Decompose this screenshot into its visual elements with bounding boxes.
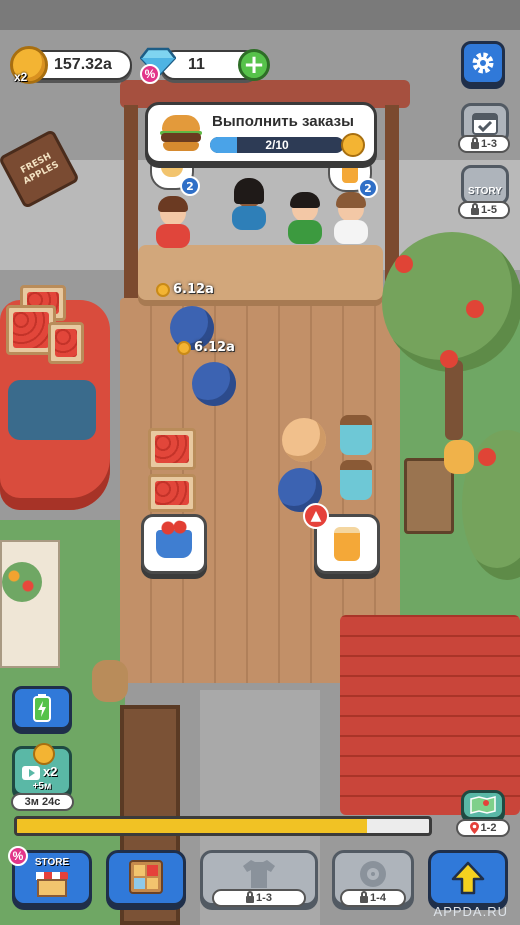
battery-icon xyxy=(33,694,51,722)
flower-stand xyxy=(0,540,60,668)
juice-machine[interactable] xyxy=(340,460,372,500)
ad-duration: +5м xyxy=(32,781,52,792)
store-sale-badge: % xyxy=(8,846,28,866)
ad-multiplier: x2 xyxy=(43,764,58,779)
story-button[interactable]: STORY xyxy=(461,165,509,205)
watch-ad-boost-button[interactable]: x2 +5м xyxy=(12,743,72,796)
reward-coin-icon xyxy=(341,133,365,157)
tree-trunk xyxy=(445,360,463,440)
store-stand-icon xyxy=(36,872,68,897)
video-ad-icon xyxy=(22,766,40,780)
clothing-lock-label: 1-3 xyxy=(212,889,306,907)
dog xyxy=(92,660,128,702)
orders-title: Выполнить заказы xyxy=(212,113,354,130)
juice-machine[interactable] xyxy=(340,415,372,455)
food-bowl-icon xyxy=(161,163,183,177)
coin-icon xyxy=(33,743,55,765)
customer[interactable] xyxy=(330,192,370,244)
road xyxy=(0,0,520,30)
apple xyxy=(395,255,413,273)
flower-pot xyxy=(2,562,42,602)
settings-button[interactable] xyxy=(461,41,505,85)
lock-icon xyxy=(246,890,255,903)
apple-crate xyxy=(48,322,84,364)
customer[interactable] xyxy=(284,192,324,244)
truck-windshield xyxy=(8,380,96,440)
apple-bucket-station[interactable] xyxy=(141,514,207,574)
wheel-icon xyxy=(360,861,386,887)
booth-post xyxy=(124,105,138,305)
coins-value: 157.32a xyxy=(54,56,112,73)
upgrade-button[interactable] xyxy=(428,850,508,906)
map-button[interactable] xyxy=(461,790,505,820)
gear-icon xyxy=(472,52,494,74)
order-count-badge: 2 xyxy=(180,176,200,196)
apple-crate xyxy=(148,428,196,470)
orders-progress-text: 2/10 xyxy=(265,138,289,152)
shirt-icon xyxy=(243,860,275,888)
orders-progress-bar: 2/10 xyxy=(210,137,344,153)
story-label: STORY xyxy=(468,185,502,197)
boost-timer: 3м 24с xyxy=(11,793,74,811)
cabinet-icon xyxy=(129,860,163,894)
add-gems-button[interactable]: + xyxy=(238,49,270,81)
gems-value: 11 xyxy=(188,56,205,73)
vehicle-lock-label: 1-4 xyxy=(340,889,406,907)
calendar-lock-label: 1-3 xyxy=(458,135,510,153)
juice-jar-icon xyxy=(342,161,358,183)
wardrobe-button[interactable] xyxy=(106,850,186,906)
calendar-check-icon xyxy=(472,113,498,135)
map-level-label: 1-2 xyxy=(456,819,510,837)
lock-icon xyxy=(471,202,480,215)
coin-icon xyxy=(156,282,170,297)
map-icon xyxy=(470,796,496,814)
sign-text: FRESH APPLES xyxy=(19,151,61,187)
apple-crate xyxy=(148,474,196,512)
worker[interactable] xyxy=(192,362,236,406)
apple xyxy=(440,350,458,368)
orders-panel[interactable]: Выполнить заказы 2/10 xyxy=(145,102,377,164)
lock-icon xyxy=(471,136,480,149)
arrow-up-icon xyxy=(451,861,485,895)
customer[interactable] xyxy=(152,196,192,248)
worker[interactable] xyxy=(282,418,326,462)
apple xyxy=(478,448,496,466)
level-progress-bar xyxy=(14,816,432,836)
order-count-badge: 2 xyxy=(358,178,378,198)
watermark: APPDA.RU xyxy=(433,904,508,919)
burger-icon xyxy=(160,113,202,153)
earned-price-label: 6.12a xyxy=(177,340,235,355)
story-lock-label: 1-5 xyxy=(458,201,510,219)
coins-multiplier: x2 xyxy=(14,70,28,84)
upgrade-arrow-icon[interactable]: ▲ xyxy=(303,503,329,529)
cat xyxy=(444,440,474,474)
apple-bucket-icon xyxy=(156,520,192,558)
battery-boost-button[interactable] xyxy=(12,686,72,730)
level-progress-fill xyxy=(17,819,368,833)
gems-sale-badge: % xyxy=(140,64,160,84)
apple xyxy=(466,300,484,318)
customer[interactable] xyxy=(228,178,268,230)
lock-icon xyxy=(360,890,369,903)
earned-price-label: 6.12a xyxy=(156,282,214,297)
juice-station[interactable]: ▲ xyxy=(303,503,380,574)
coin-icon xyxy=(177,340,191,355)
red-roof-house xyxy=(340,615,520,815)
juice-jar-icon xyxy=(334,527,360,561)
location-pin-icon xyxy=(469,822,479,834)
